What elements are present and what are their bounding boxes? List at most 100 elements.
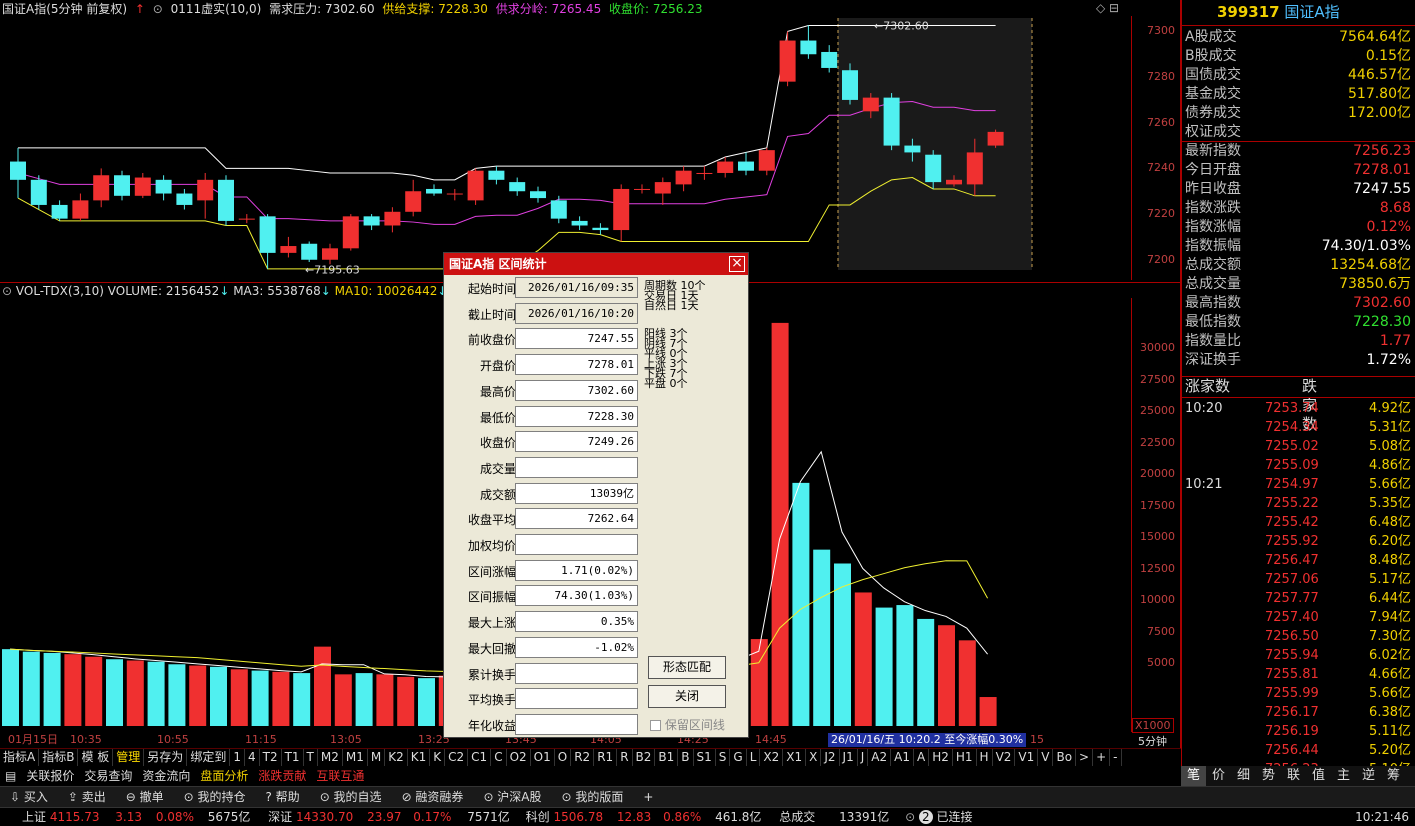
indicator-tab-bar[interactable]: 指标A 指标B 模 板管理 另存为 绑定到 1 4 T2 T1 T M2 M1 M K2 K1 K C2 C1 C O… — [0, 748, 1181, 766]
indicator-tab[interactable]: - — [1110, 749, 1122, 766]
toolbar-button[interactable]: ⇩ 买入 — [0, 787, 58, 808]
quote-tab[interactable]: 联 — [1281, 766, 1306, 786]
indicator-tab[interactable]: Bo — [1053, 749, 1077, 766]
toolbar-button[interactable]: ⊙ 我的持仓 — [174, 787, 256, 808]
dialog-field-value[interactable] — [515, 713, 638, 735]
pattern-match-button[interactable]: 形态匹配 — [648, 656, 726, 679]
dialog-field-value[interactable]: 2026/01/16/10:20 — [515, 302, 638, 324]
indicator-tab[interactable]: 4 — [245, 749, 260, 766]
indicator-tab[interactable]: R — [617, 749, 633, 766]
chart-area[interactable]: 国证A指(5分钟 前复权) ↑ ⊙ 0111虚实(10,0) 需求压力: 730… — [0, 0, 1181, 748]
indicator-tab[interactable]: 另存为 — [144, 749, 188, 766]
dialog-field-value[interactable]: 7278.01 — [515, 354, 638, 376]
close-button[interactable]: 关闭 — [648, 685, 726, 708]
toolbar-button[interactable]: ⊙ 沪深A股 — [473, 787, 551, 808]
toolbar-button[interactable]: ? 帮助 — [256, 787, 310, 808]
indicator-tab[interactable]: 绑定到 — [187, 749, 231, 766]
dialog-field-value[interactable]: 7302.60 — [515, 379, 638, 401]
menu-item[interactable]: 关联报价 — [21, 767, 79, 786]
quote-panel-tabs[interactable]: 笔价细势联值主逆筹 — [1181, 766, 1415, 786]
menu-item[interactable]: 互联互通 — [311, 767, 369, 786]
toolbar-button[interactable]: ⊖ 撤单 — [116, 787, 174, 808]
indicator-tab[interactable]: M1 — [343, 749, 368, 766]
indicator-tab[interactable]: X — [806, 749, 822, 766]
indicator-tab[interactable]: H2 — [929, 749, 953, 766]
menu-item[interactable]: 盘面分析 — [195, 767, 253, 786]
quote-tab[interactable]: 值 — [1306, 766, 1331, 786]
dialog-field-value[interactable] — [515, 662, 638, 684]
toolbar-button[interactable]: ⊙ 我的版面 — [552, 787, 634, 808]
quote-tab[interactable]: 价 — [1206, 766, 1231, 786]
menu-item[interactable]: 资金流向 — [137, 767, 195, 786]
indicator-tab[interactable]: > — [1076, 749, 1094, 766]
indicator-tab[interactable]: A2 — [868, 749, 892, 766]
indicator-tab[interactable]: V2 — [993, 749, 1016, 766]
dialog-field-value[interactable] — [515, 534, 638, 555]
indicator-tab[interactable]: C2 — [445, 749, 469, 766]
toolbar-button[interactable]: ⇪ 卖出 — [58, 787, 116, 808]
dialog-field-value[interactable]: 13039亿 — [515, 482, 638, 504]
indicator-tab[interactable]: T1 — [282, 749, 304, 766]
indicator-tab[interactable]: X1 — [783, 749, 807, 766]
indicator-tab[interactable]: + — [1093, 749, 1111, 766]
indicator-tab[interactable]: A1 — [891, 749, 914, 766]
dialog-field-value[interactable]: 2026/01/16/09:35 — [515, 277, 638, 298]
indicator-tab[interactable]: 1 — [230, 749, 245, 766]
dialog-field-value[interactable] — [515, 688, 638, 710]
indicator-tab[interactable]: T — [304, 749, 318, 766]
dropdown-icon[interactable]: ⊙ — [153, 2, 163, 16]
trade-toolbar[interactable]: ⇩ 买入 ⇪ 卖出 ⊖ 撤单 ⊙ 我的持仓? 帮助 ⊙ 我的自选 ⊘ 融资融券 ⊙ 沪深A股… — [0, 786, 1415, 807]
keep-range-checkbox[interactable]: 保留区间线 — [650, 716, 725, 733]
indicator-tab[interactable]: G — [730, 749, 747, 766]
indicator-tab[interactable]: R2 — [571, 749, 595, 766]
indicator-tab[interactable]: L — [747, 749, 761, 766]
indicator-tab[interactable]: S1 — [694, 749, 716, 766]
dialog-field-value[interactable]: 7262.64 — [515, 508, 638, 530]
indicator-tab[interactable]: B2 — [633, 749, 656, 766]
indicator-tab[interactable]: B — [678, 749, 694, 766]
quote-tab[interactable]: 逆 — [1356, 766, 1381, 786]
quote-tab[interactable]: 势 — [1256, 766, 1281, 786]
indicator-tab[interactable]: 指标A — [0, 749, 40, 766]
grid-icon[interactable]: ▤ — [0, 767, 21, 786]
indicator-tab[interactable]: H — [977, 749, 993, 766]
indicator-tab[interactable]: O1 — [531, 749, 555, 766]
indicator-tab[interactable]: M2 — [318, 749, 343, 766]
window-controls[interactable]: ◇ ⊟ — [1096, 1, 1119, 15]
quote-tab[interactable]: 筹 — [1381, 766, 1406, 786]
indicator-tab[interactable]: K — [430, 749, 446, 766]
dialog-field-value[interactable]: 7249.26 — [515, 431, 638, 453]
menu-item[interactable]: 涨跌贡献 — [253, 767, 311, 786]
dialog-field-value[interactable]: 7247.55 — [515, 328, 638, 350]
dialog-field-value[interactable]: -1.02% — [515, 636, 638, 658]
candlestick-chart[interactable]: ←7302.60 ←7195.63 — [0, 16, 1131, 280]
quote-tab[interactable]: 笔 — [1181, 766, 1206, 786]
indicator-tab[interactable]: S — [716, 749, 731, 766]
indicator-tab[interactable]: B1 — [655, 749, 679, 766]
add-icon[interactable]: + — [633, 787, 663, 808]
indicator-tab[interactable]: K2 — [385, 749, 408, 766]
indicator-tab[interactable]: M — [368, 749, 386, 766]
quote-tab[interactable]: 主 — [1331, 766, 1356, 786]
dialog-field-value[interactable]: 74.30(1.03%) — [515, 585, 638, 607]
close-icon[interactable]: × — [729, 256, 745, 272]
indicator-tab[interactable]: O — [555, 749, 572, 766]
dialog-field-value[interactable] — [515, 456, 638, 478]
indicator-tab[interactable]: 管理 — [113, 749, 145, 766]
dialog-field-value[interactable]: 1.71(0.02%) — [515, 559, 638, 581]
indicator-tab[interactable]: 模 板 — [78, 749, 114, 766]
toolbar-button[interactable]: ⊙ 我的自选 — [310, 787, 392, 808]
period-label[interactable]: 5分钟 — [1138, 733, 1167, 749]
indicator-tab[interactable]: X2 — [760, 749, 784, 766]
indicator-tab[interactable]: T2 — [260, 749, 282, 766]
checkbox-icon[interactable] — [650, 720, 661, 731]
range-stats-dialog[interactable]: 国证A指 区间统计 × 起始时间 2026/01/16/09:35 截止时间 2026… — [443, 252, 749, 738]
indicator-tab[interactable]: R1 — [594, 749, 618, 766]
indicator-tab[interactable]: A — [914, 749, 930, 766]
indicator-tab[interactable]: V1 — [1015, 749, 1039, 766]
indicator-tab[interactable]: J — [858, 749, 869, 766]
menu-item[interactable]: 交易查询 — [79, 767, 137, 786]
indicator-tab[interactable]: J2 — [821, 749, 840, 766]
toolbar-button[interactable]: ⊘ 融资融券 — [392, 787, 474, 808]
indicator-tab[interactable]: J1 — [840, 749, 858, 766]
